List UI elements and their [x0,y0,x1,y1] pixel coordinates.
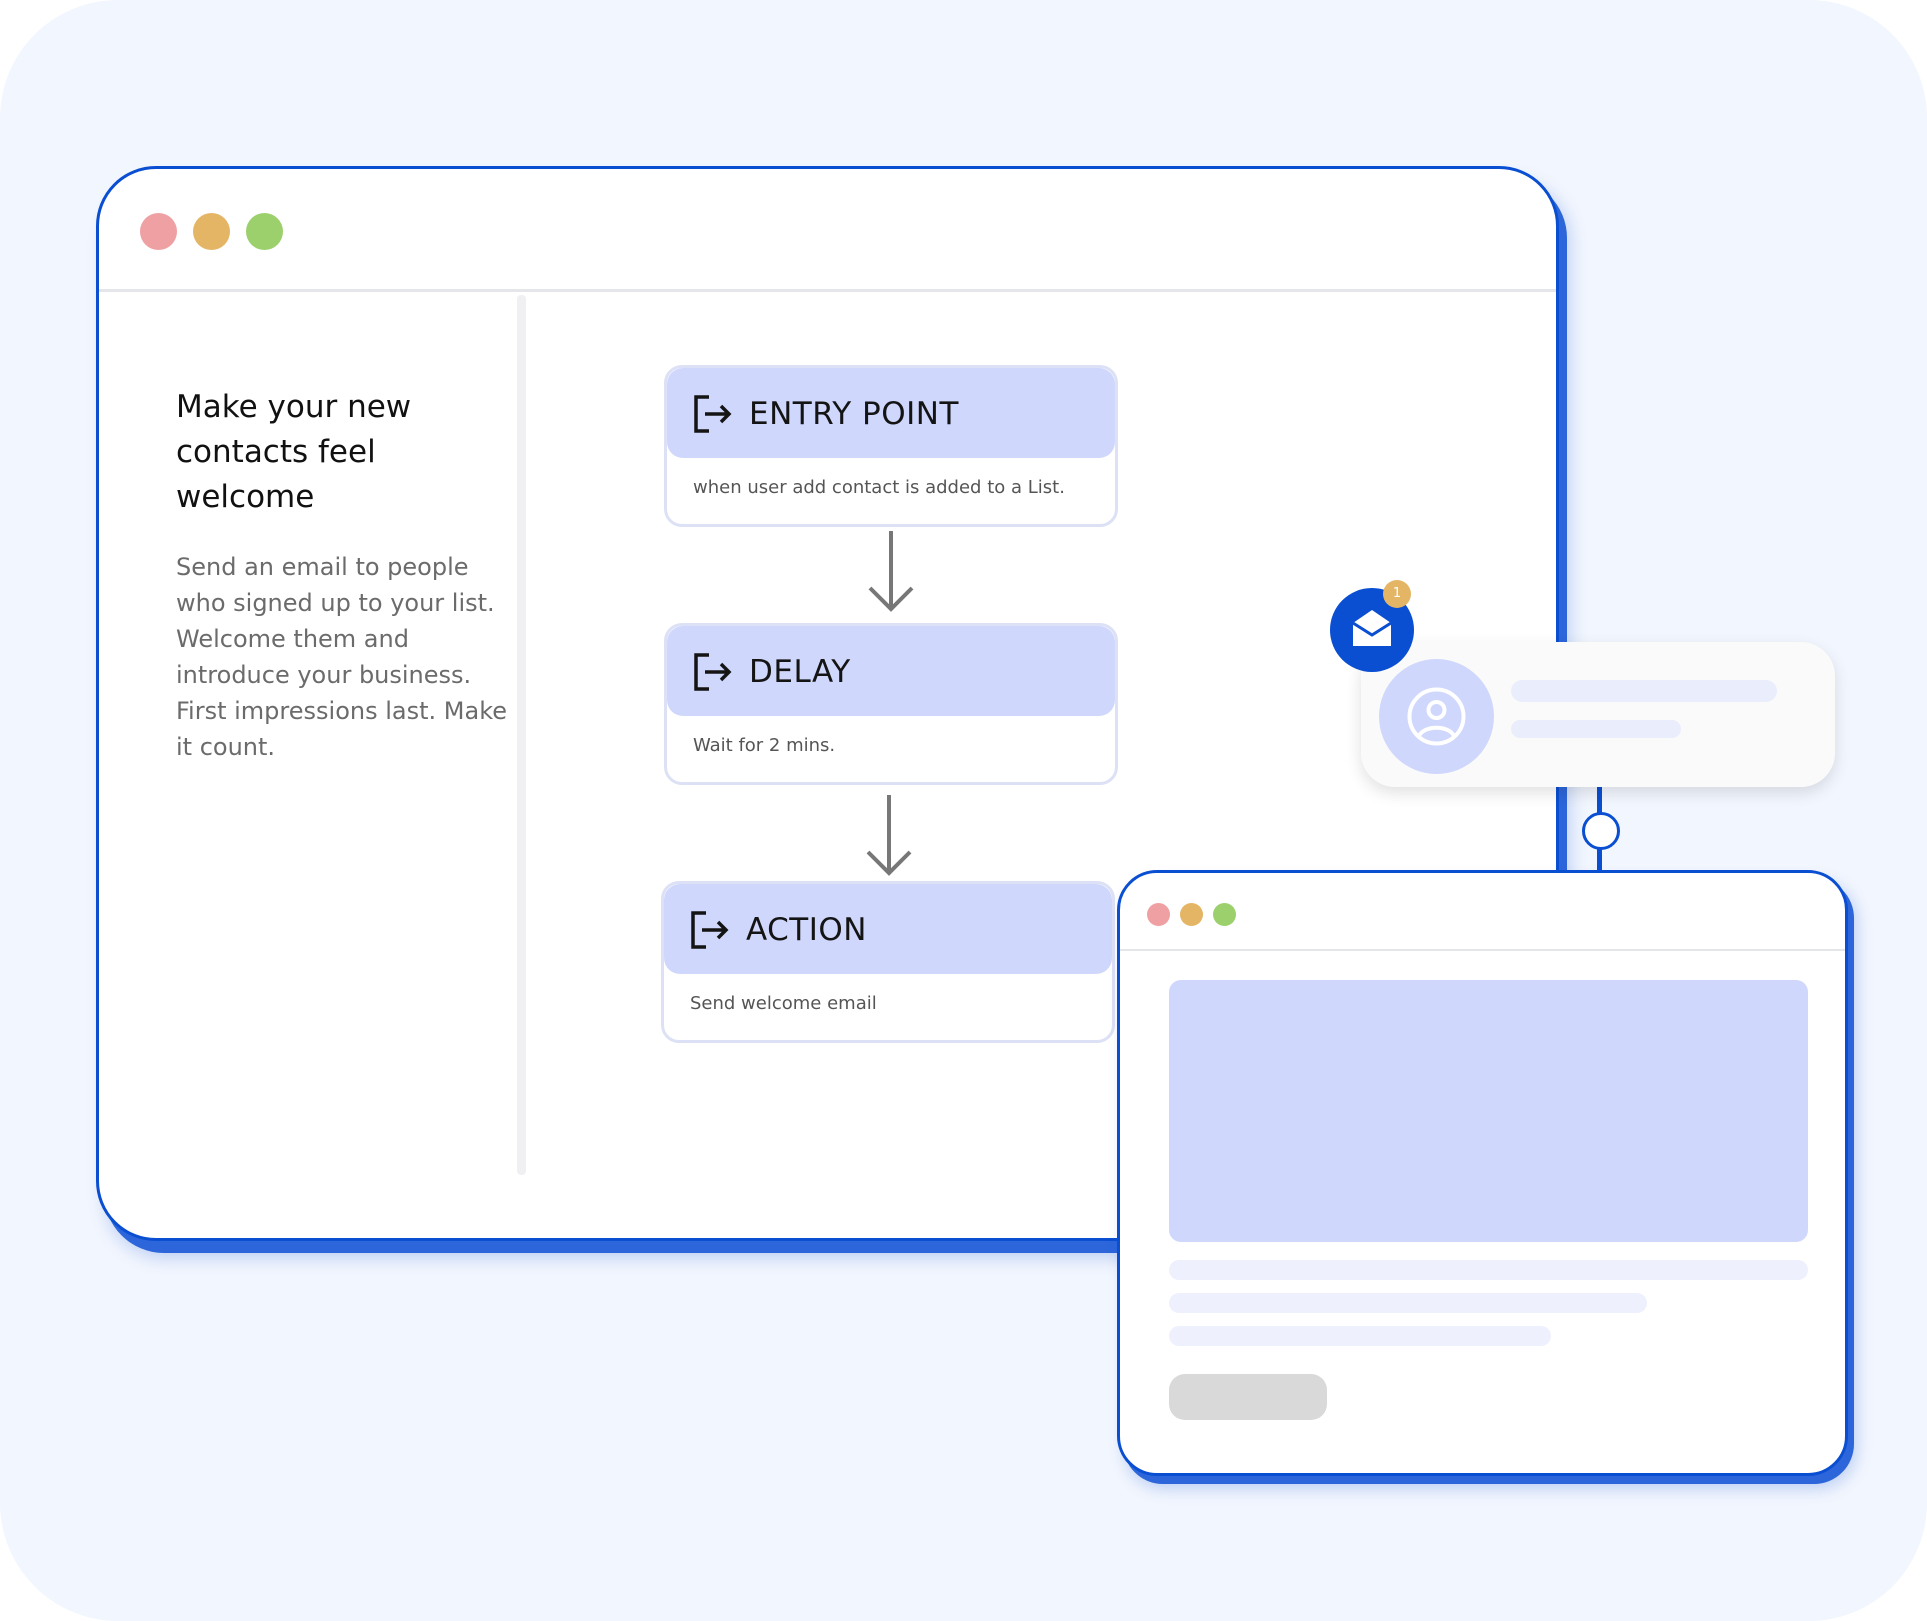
email-preview-window [1117,870,1848,1476]
flow-step-title: DELAY [749,654,851,690]
minimize-window-button[interactable] [193,213,230,250]
email-text-line-placeholder [1169,1293,1647,1313]
page-heading: Make your new contacts feel welcome [176,389,412,515]
flow-arrow-down-icon [866,795,912,876]
flow-step-title: ACTION [746,912,867,948]
flow-step-subtitle: Send welcome email [690,993,877,1014]
connector-node [1582,812,1620,850]
window-titlebar [1120,873,1845,951]
flow-step-header: ACTION [664,884,1112,974]
flow-step-subtitle: Wait for 2 mins. [693,735,836,756]
email-text-line-placeholder [1169,1326,1551,1346]
flow-step-action[interactable]: ACTION Send welcome email [661,881,1115,1043]
window-titlebar [99,169,1556,292]
flow-step-entry-point[interactable]: ENTRY POINT when user add contact is add… [664,365,1118,527]
flow-step-header: DELAY [667,626,1115,716]
flow-step-delay[interactable]: DELAY Wait for 2 mins. [664,623,1118,785]
close-window-button[interactable] [140,213,177,250]
maximize-window-button[interactable] [1213,903,1236,926]
contact-name-placeholder [1511,680,1777,702]
flow-step-header: ENTRY POINT [667,368,1115,458]
exit-arrow-icon [694,395,732,433]
maximize-window-button[interactable] [246,213,283,250]
exit-arrow-icon [694,653,732,691]
avatar [1379,659,1494,774]
exit-arrow-icon [691,911,729,949]
page-description: Send an email to people who signed up to… [176,553,507,761]
user-avatar-icon [1407,687,1466,746]
sidebar-divider [517,295,526,1175]
flow-step-subtitle: when user add contact is added to a List… [693,477,1065,498]
close-window-button[interactable] [1147,903,1170,926]
contact-detail-placeholder [1511,720,1681,738]
contact-notification-card[interactable] [1361,642,1835,787]
flow-arrow-down-icon [868,531,914,612]
flow-step-title: ENTRY POINT [749,396,959,432]
email-hero-image-placeholder [1169,980,1808,1242]
notification-count-badge: 1 [1383,580,1411,608]
minimize-window-button[interactable] [1180,903,1203,926]
email-cta-button-placeholder[interactable] [1169,1374,1327,1420]
email-text-line-placeholder [1169,1260,1808,1280]
